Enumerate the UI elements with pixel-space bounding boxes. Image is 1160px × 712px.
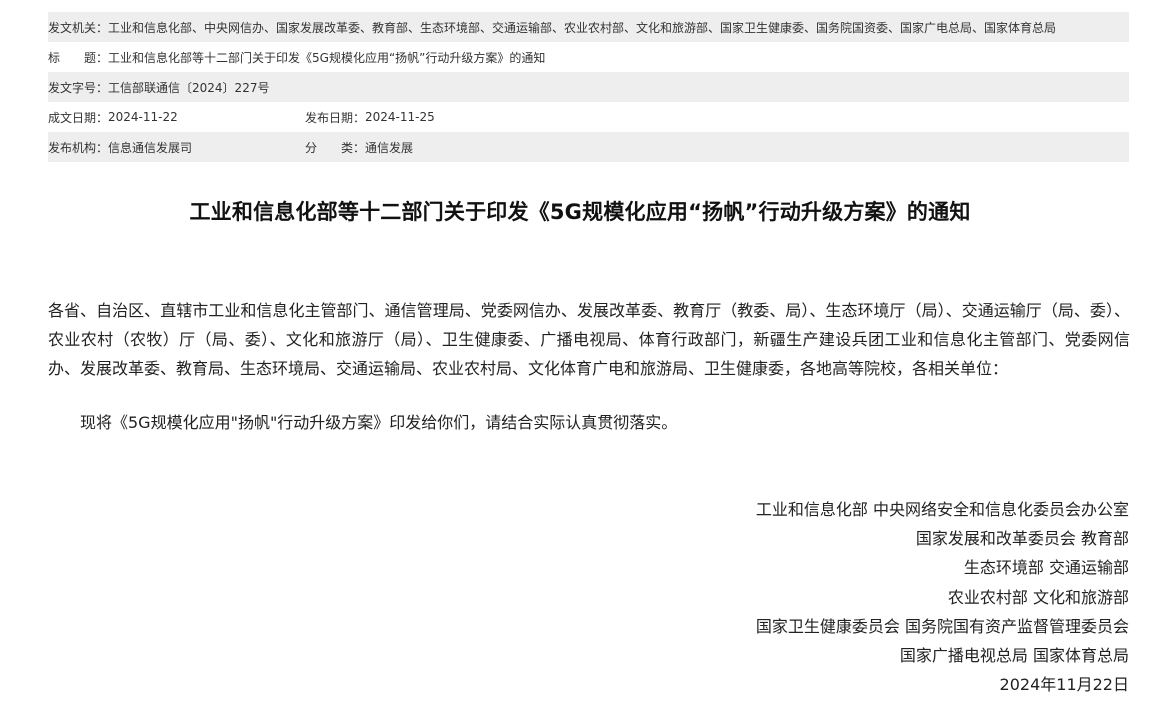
published-value: 2024-11-25 bbox=[365, 110, 435, 124]
created-value: 2024-11-22 bbox=[108, 110, 178, 124]
signature-date: 2024年11月22日 bbox=[999, 675, 1129, 695]
created-label: 成文日期： bbox=[48, 110, 109, 125]
published-date-cell: 发布日期： 2024-11-25 bbox=[305, 109, 435, 126]
category-label: 分 类： bbox=[305, 140, 366, 155]
meta-row-org: 发布机构： 信息通信发展司 分 类： 通信发展 bbox=[48, 132, 1129, 162]
title-value: 工业和信息化部等十二部门关于印发《5G规模化应用“扬帆”行动升级方案》的通知 bbox=[108, 50, 546, 65]
signer-line: 国家广播电视总局 国家体育总局 bbox=[899, 646, 1129, 666]
signature-block: 工业和信息化部 中央网络安全和信息化委员会办公室 国家发展和改革委员会 教育部 … bbox=[756, 495, 1129, 699]
meta-row-issuer: 发文机关： 工业和信息化部、中央网信办、国家发展改革委、教育部、生态环境部、交通… bbox=[48, 12, 1129, 42]
addressees-paragraph: 各省、自治区、直辖市工业和信息化主管部门、通信管理局、党委网信办、发展改革委、教… bbox=[48, 301, 1130, 378]
meta-row-docno: 发文字号： 工信部联通信〔2024〕227号 bbox=[48, 72, 1129, 102]
published-label: 发布日期： bbox=[305, 110, 366, 125]
org-label: 发布机构： bbox=[48, 140, 109, 155]
created-date-cell: 成文日期： 2024-11-22 bbox=[48, 109, 305, 126]
org-cell: 发布机构： 信息通信发展司 bbox=[48, 139, 305, 156]
category-cell: 分 类： 通信发展 bbox=[305, 139, 413, 156]
meta-row-title: 标 题： 工业和信息化部等十二部门关于印发《5G规模化应用“扬帆”行动升级方案》… bbox=[48, 42, 1129, 72]
signer-line: 国家卫生健康委员会 国务院国有资产监督管理委员会 bbox=[755, 616, 1129, 636]
meta-row-dates: 成文日期： 2024-11-22 发布日期： 2024-11-25 bbox=[48, 102, 1129, 132]
org-value: 信息通信发展司 bbox=[108, 140, 193, 155]
signer-line: 工业和信息化部 中央网络安全和信息化委员会办公室 bbox=[755, 500, 1129, 519]
body-paragraph: 现将《5G规模化应用"扬帆"行动升级方案》印发给你们，请结合实际认真贯彻落实。 bbox=[80, 413, 678, 432]
category-value: 通信发展 bbox=[365, 140, 414, 155]
issuer-value: 工业和信息化部、中央网信办、国家发展改革委、教育部、生态环境部、交通运输部、农业… bbox=[108, 20, 1057, 35]
docno-value: 工信部联通信〔2024〕227号 bbox=[108, 80, 270, 95]
issuer-label: 发文机关： bbox=[48, 20, 109, 35]
document-metadata-table: 发文机关： 工业和信息化部、中央网信办、国家发展改革委、教育部、生态环境部、交通… bbox=[48, 12, 1129, 162]
title-label: 标 题： bbox=[48, 50, 109, 65]
document-title: 工业和信息化部等十二部门关于印发《5G规模化应用“扬帆”行动升级方案》的通知 bbox=[189, 200, 971, 224]
docno-label: 发文字号： bbox=[48, 80, 109, 95]
signer-line: 生态环境部 交通运输部 bbox=[963, 558, 1129, 578]
signer-line: 农业农村部 文化和旅游部 bbox=[947, 587, 1129, 607]
signer-line: 国家发展和改革委员会 教育部 bbox=[915, 529, 1129, 549]
